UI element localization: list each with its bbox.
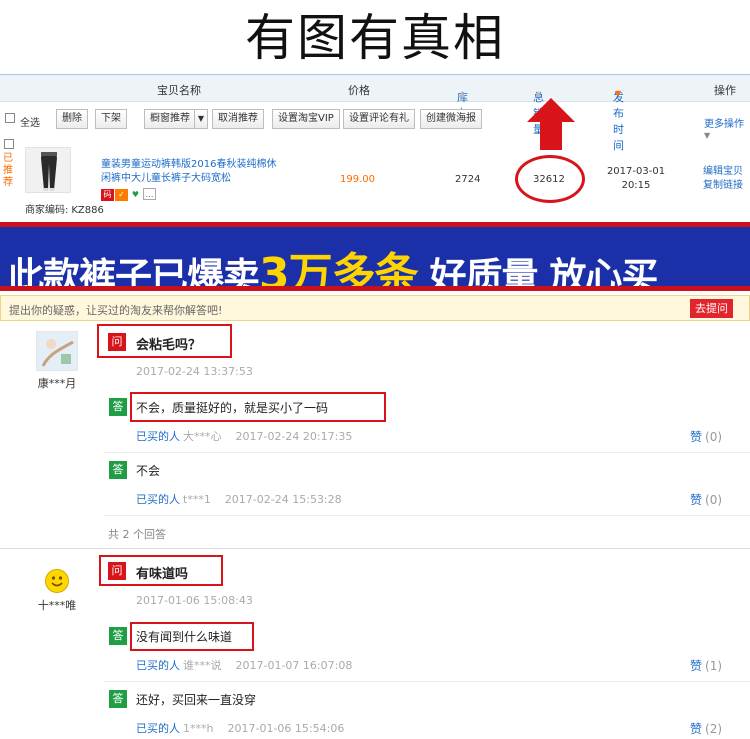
answer-highlight-box	[130, 622, 254, 651]
select-all-checkbox[interactable]	[5, 113, 15, 123]
avatar: 康***月	[14, 331, 100, 391]
product-thumbnail[interactable]	[25, 147, 71, 193]
sales-highlight-ellipse	[515, 155, 585, 203]
smiley-avatar-icon	[45, 569, 69, 593]
window-recommend-button[interactable]: 橱窗推荐	[144, 109, 196, 129]
like-button[interactable]: 赞 (2)	[690, 720, 722, 737]
user-name: 康***月	[37, 377, 77, 390]
merchant-code: 商家编码: KZ886	[25, 205, 104, 216]
promo-banner: 此款裤子已爆卖3万多条 好质量 放心买	[0, 222, 750, 291]
table-header: 宝贝名称 价格 库存▲ 总销量▲ 发布时间▼ 操作	[0, 75, 750, 152]
question-time: 2017-01-06 15:08:43	[136, 594, 253, 607]
user-name: 十***唯	[37, 599, 77, 612]
answer-tag: 答	[109, 690, 127, 708]
answer-tag: 答	[109, 461, 127, 479]
qa-prompt-bar: 提出你的疑惑，让买过的淘友来帮你解答吧! 去提问	[0, 295, 750, 321]
select-all-label: 全选	[20, 118, 40, 129]
set-review-gift-button[interactable]: 设置评论有礼	[343, 109, 415, 129]
answer-tag: 答	[109, 627, 127, 645]
item-toolbar: 全选 删除 下架 橱窗推荐 ▼ 取消推荐 设置淘宝VIP 设置评论有礼 创建微海…	[0, 107, 750, 140]
set-vip-button[interactable]: 设置淘宝VIP	[272, 109, 340, 129]
answer-meta: 已买的人 t***1 2017-02-24 15:53:28	[136, 493, 342, 506]
check-badge-icon: ✓	[115, 189, 128, 201]
column-name: 宝贝名称	[157, 84, 201, 97]
column-action: 操作	[714, 84, 736, 97]
like-button[interactable]: 赞 (0)	[690, 428, 722, 445]
table-row: 已推荐 童装男童运动裤韩版2016春秋装纯棉休闲裤中大儿童长裤子大码宽松 码 ✓ ♥…	[0, 135, 750, 221]
delete-button[interactable]: 删除	[56, 109, 88, 129]
question-highlight-box	[97, 324, 232, 358]
code-badge-icon: 码	[101, 189, 114, 201]
answer-tag: 答	[109, 398, 127, 416]
question-highlight-box	[99, 555, 223, 586]
create-poster-button[interactable]: 创建微海报	[420, 109, 482, 129]
avatar: 十***唯	[14, 569, 100, 613]
item-publish-time: 2017-03-01 20:15	[606, 166, 666, 191]
divider	[104, 452, 750, 453]
column-price: 价格	[348, 84, 370, 97]
answer-highlight-box	[130, 392, 386, 422]
product-badges: 码 ✓ ♥…	[101, 188, 157, 201]
edit-item-link[interactable]: 编辑宝贝	[703, 165, 743, 179]
cancel-recommend-button[interactable]: 取消推荐	[212, 109, 264, 129]
recommended-tag: 已推荐	[3, 153, 13, 188]
item-stock: 2724	[455, 174, 481, 185]
divider	[104, 681, 750, 682]
answer-text: 不会	[136, 464, 161, 478]
copy-link[interactable]: 复制链接	[703, 179, 743, 193]
answer-meta: 已买的人 大***心 2017-02-24 20:17:35	[136, 430, 353, 443]
question-time: 2017-02-24 13:37:53	[136, 365, 253, 378]
sort-arrow-icon: ▲	[459, 89, 466, 98]
answer-text: 还好，买回来一直没穿	[136, 693, 257, 707]
sort-down-icon: ▼	[615, 89, 622, 98]
row-checkbox[interactable]	[4, 139, 14, 149]
more-badge-icon[interactable]: …	[143, 188, 156, 200]
seller-item-panel: 宝贝名称 价格 库存▲ 总销量▲ 发布时间▼ 操作 全选 删除 下架 橱窗推荐 …	[0, 74, 750, 222]
delist-button[interactable]: 下架	[95, 109, 127, 129]
ask-question-button[interactable]: 去提问	[690, 299, 733, 318]
answer-meta: 已买的人 1***h 2017-01-06 15:54:06	[136, 722, 345, 735]
red-arrow-icon	[527, 98, 575, 150]
like-button[interactable]: 赞 (1)	[690, 657, 722, 674]
like-button[interactable]: 赞 (0)	[690, 491, 722, 508]
thread-divider	[0, 548, 750, 549]
sort-arrow-icon: ▲	[535, 89, 542, 98]
answer-count: 共 2 个回答	[108, 528, 166, 541]
user-avatar-icon	[36, 331, 78, 371]
item-price: 199.00	[340, 174, 375, 185]
product-title-link[interactable]: 童装男童运动裤韩版2016春秋装纯棉休闲裤中大儿童长裤子大码宽松	[101, 158, 281, 186]
pants-icon	[41, 152, 57, 191]
hero-title: 有图有真相	[245, 9, 505, 67]
chevron-down-icon[interactable]: ▼	[194, 109, 208, 129]
heart-badge-icon: ♥	[129, 189, 142, 201]
answer-meta: 已买的人 谁***说 2017-01-07 16:07:08	[136, 659, 353, 672]
item-actions: 编辑宝贝 复制链接	[703, 165, 743, 193]
divider	[104, 515, 750, 516]
